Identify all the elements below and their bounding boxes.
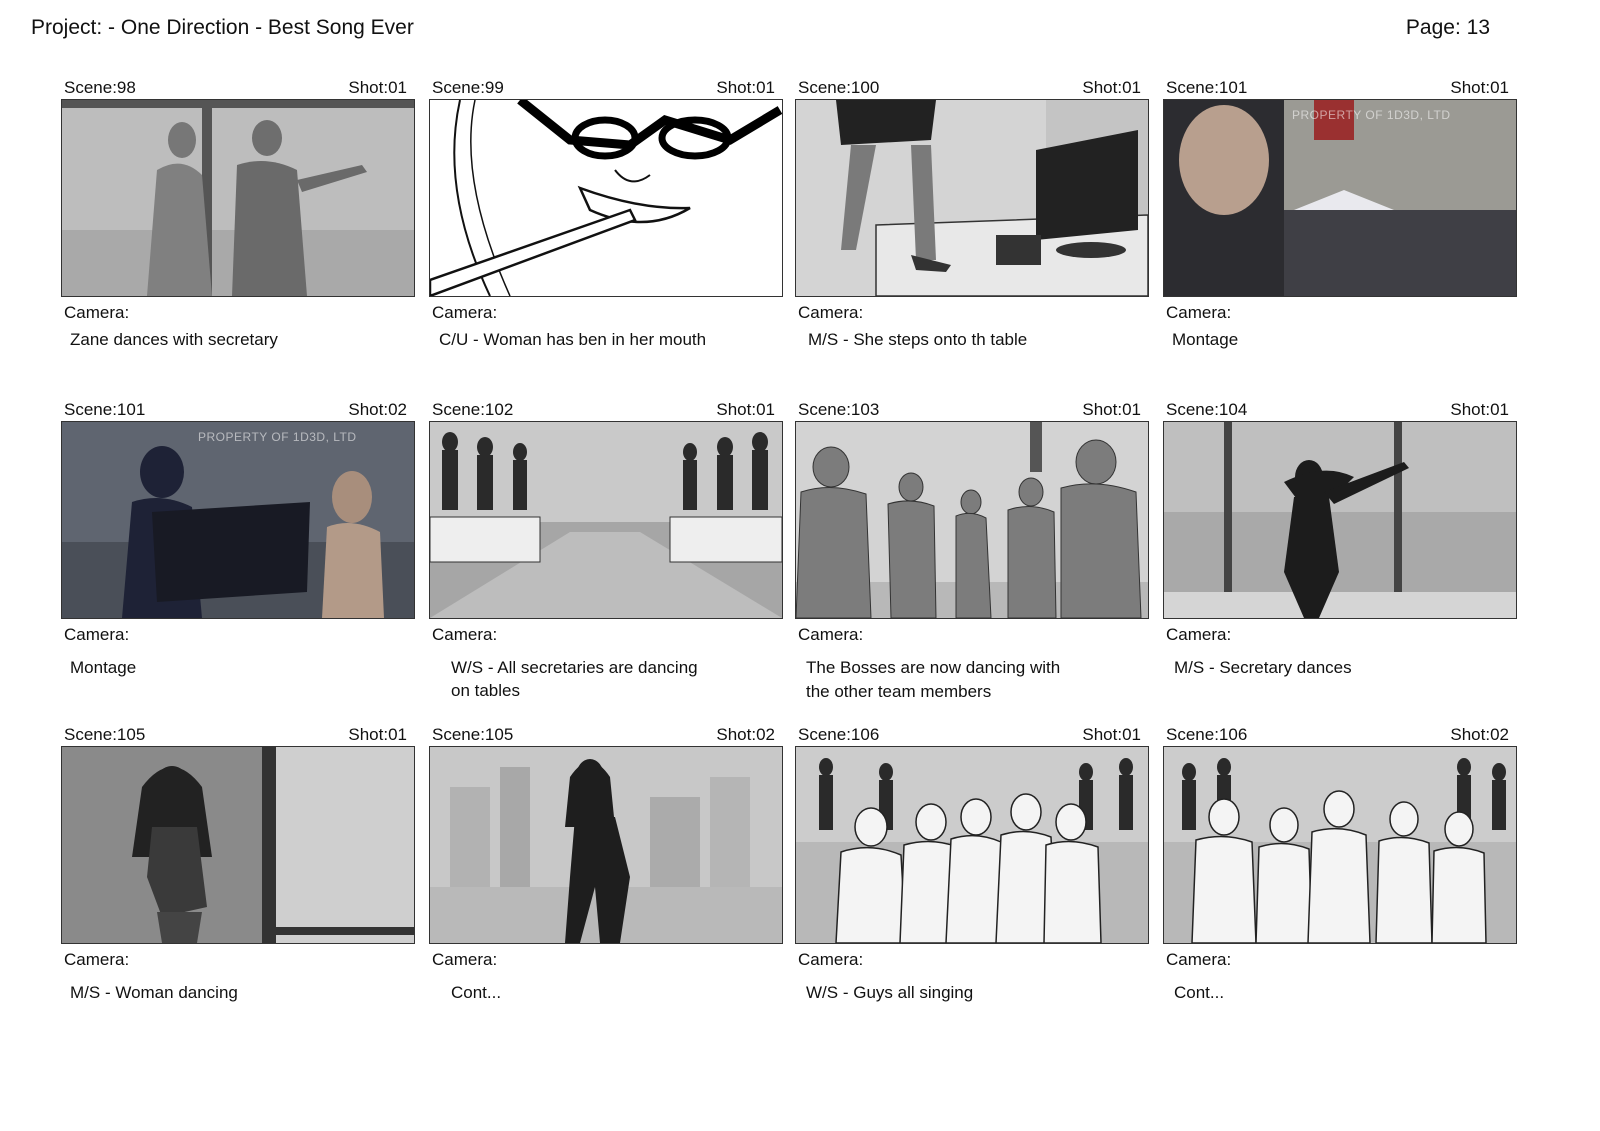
shot-description: W/S - All secretaries are dancing on tab… [429,656,783,702]
panel-image [429,99,783,297]
shot-label: Shot:01 [348,725,407,744]
shot-label: Shot:02 [348,400,407,419]
panel-image [1163,421,1517,619]
camera-label: Camera: [64,303,130,322]
shot-description: Cont... [1174,983,1225,1002]
camera-label: Camera: [1166,303,1232,322]
panel-image [61,746,415,944]
shot-description: C/U - Woman has ben in her mouth [439,330,707,349]
panel-image [61,99,415,297]
camera-label: Camera: [1166,625,1232,644]
shot-description-line: the other team members [806,682,992,701]
panel-image [795,746,1149,944]
shot-description: M/S - Woman dancing [70,983,238,1002]
shot-label: Shot:01 [1082,400,1141,419]
camera-label: Camera: [798,950,864,969]
storyboard-panel: Scene:103 Shot:01 Camera: The Bosses are … [795,399,1149,704]
shot-label: Shot:01 [716,400,775,419]
shot-description-line: The Bosses are now dancing with [806,658,1061,677]
storyboard-panel: Scene:106 Shot:02 Camera: Cont... [1163,724,1517,1005]
shot-description: Montage [70,658,137,677]
shot-label: Shot:01 [1082,78,1141,97]
shot-label: Shot:01 [1082,725,1141,744]
storyboard-panel: Scene:102 Shot:01 Camera: W/S - All secre… [429,399,783,702]
shot-label: Shot:01 [348,78,407,97]
storyboard-panel: Scene:105 Shot:02 Camera: Cont... [429,724,783,1005]
scene-label: Scene:101 [64,400,146,419]
panel-image [795,421,1149,619]
panel-image [429,746,783,944]
camera-label: Camera: [432,625,498,644]
scene-label: Scene:104 [1166,400,1248,419]
camera-label: Camera: [432,950,498,969]
scene-label: Scene:105 [64,725,146,744]
storyboard-panel: Scene:98 Shot:01 Camera: Zane dances with… [61,77,415,352]
storyboard-panel: Scene:101 Shot:02 PROPERTY OF 1D3D, LTD C… [61,399,415,680]
scene-label: Scene:103 [798,400,880,419]
shot-description: W/S - Guys all singing [806,983,974,1002]
scene-label: Scene:106 [798,725,880,744]
camera-label: Camera: [64,625,130,644]
storyboard-panel: Scene:101 Shot:01 PROPERTY OF 1D3D, LTD C… [1163,77,1517,352]
scene-label: Scene:101 [1166,78,1248,97]
scene-label: Scene:98 [64,78,136,97]
shot-label: Shot:01 [716,78,775,97]
shot-description: M/S - She steps onto th table [808,330,1028,349]
panel-image: PROPERTY OF 1D3D, LTD [61,421,415,619]
scene-label: Scene:106 [1166,725,1248,744]
camera-label: Camera: [1166,950,1232,969]
shot-description-line: on tables [451,681,520,700]
scene-label: Scene:100 [798,78,880,97]
shot-description: Zane dances with secretary [70,330,278,349]
shot-description: Montage [1172,330,1239,349]
panel-image [429,421,783,619]
panel-image [795,99,1149,297]
panel-image: PROPERTY OF 1D3D, LTD [1163,99,1517,297]
page-number: Page: 13 [1405,16,1490,39]
shot-description: The Bosses are now dancing with the othe… [795,656,1149,704]
watermark-text: PROPERTY OF 1D3D, LTD [1292,108,1451,122]
camera-label: Camera: [64,950,130,969]
scene-label: Scene:102 [432,400,514,419]
storyboard-panel: Scene:105 Shot:01 Camera: M/S - Woman dan… [61,724,415,1005]
scene-label: Scene:99 [432,78,504,97]
shot-description: Cont... [451,983,502,1002]
storyboard-panel: Scene:104 Shot:01 Camera: M/S - Secretary… [1163,399,1517,680]
camera-label: Camera: [432,303,498,322]
scene-label: Scene:105 [432,725,514,744]
panel-image [1163,746,1517,944]
shot-label: Shot:01 [1450,400,1509,419]
storyboard-panel: Scene:100 Shot:01 Camera: M/S - She steps… [795,77,1149,352]
watermark-text: PROPERTY OF 1D3D, LTD [198,430,357,444]
camera-label: Camera: [798,625,864,644]
shot-label: Shot:01 [1450,78,1509,97]
storyboard-panel: Scene:106 Shot:01 Camera: W/S - Guys all … [795,724,1149,1005]
shot-label: Shot:02 [1450,725,1509,744]
project-title: Project: - One Direction - Best Song Eve… [31,16,414,39]
camera-label: Camera: [798,303,864,322]
shot-description-line: W/S - All secretaries are dancing [451,658,698,677]
shot-label: Shot:02 [716,725,775,744]
storyboard-panel: Scene:99 Shot:01 Camera: C/U - Woman has … [429,77,783,352]
shot-description: M/S - Secretary dances [1174,658,1352,677]
